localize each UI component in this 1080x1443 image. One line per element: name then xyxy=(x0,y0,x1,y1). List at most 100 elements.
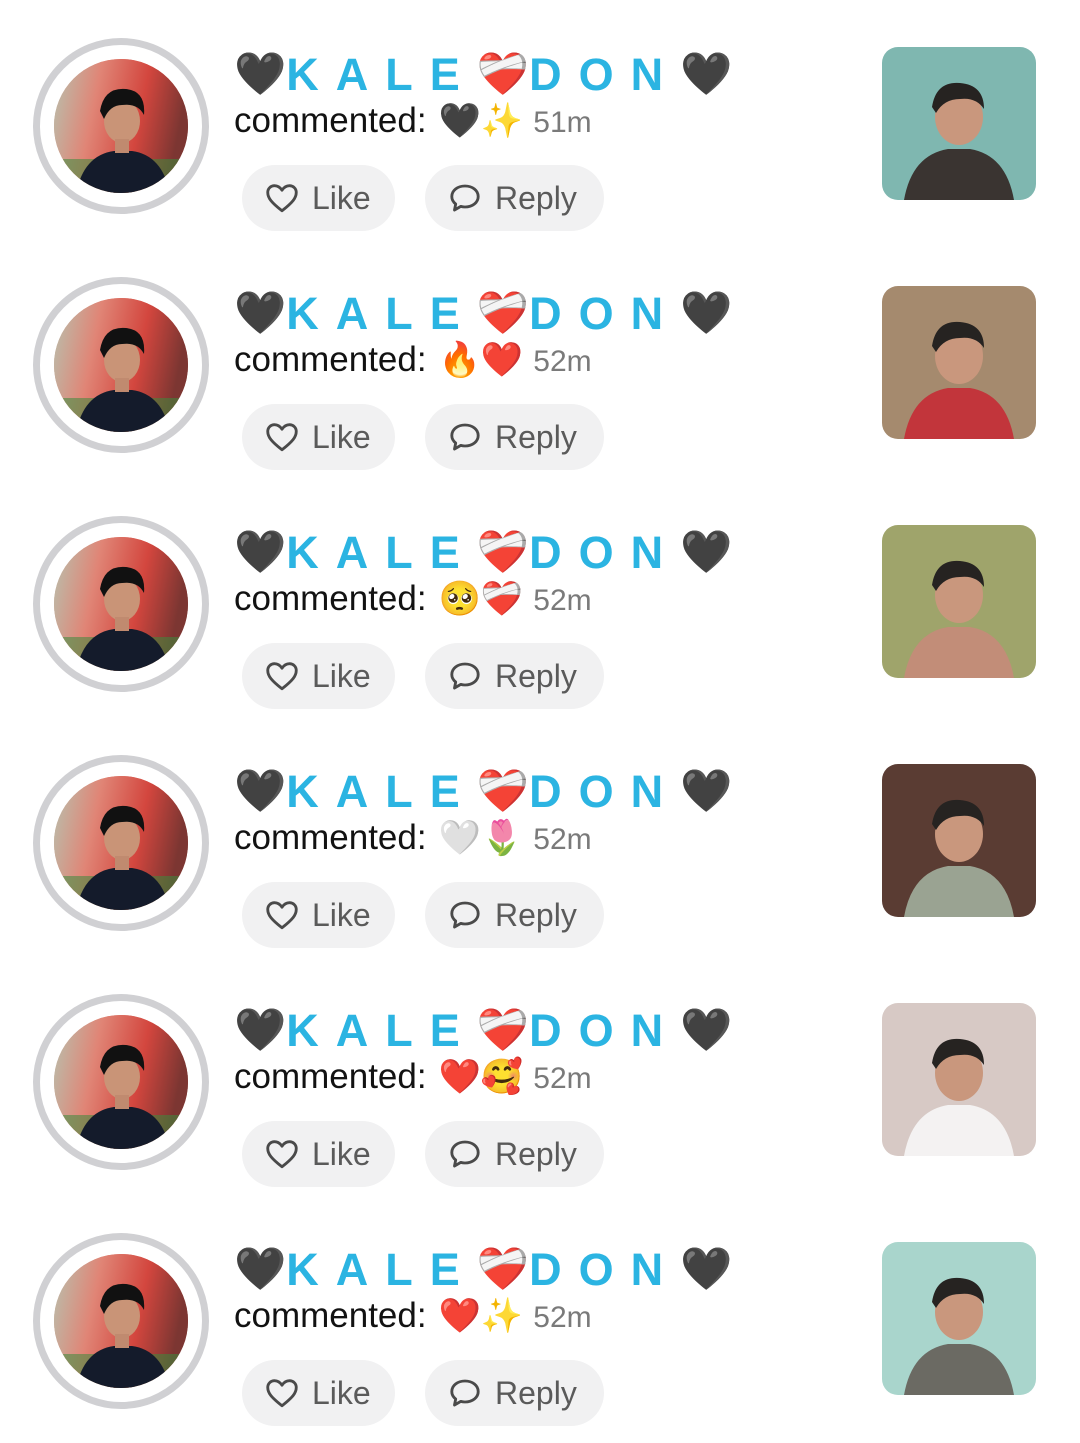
comment-emojis: 🤍🌷 xyxy=(438,819,524,857)
username-part: KALE xyxy=(286,766,477,817)
reply-label: Reply xyxy=(495,1374,577,1411)
post-thumbnail[interactable] xyxy=(882,525,1036,678)
username-part: KALE xyxy=(286,49,477,100)
like-label: Like xyxy=(312,657,371,694)
avatar[interactable] xyxy=(33,277,209,453)
comment-emojis: 🥺❤️‍🩹 xyxy=(438,580,524,618)
comment-notification: 🖤KALE❤️‍🩹DON🖤 commented: ❤️🥰 52m Like Repl… xyxy=(0,956,1080,1195)
comment-label: commented: xyxy=(234,818,427,857)
post-thumbnail[interactable] xyxy=(882,286,1036,439)
reply-label: Reply xyxy=(495,179,577,216)
post-thumbnail[interactable] xyxy=(882,47,1036,200)
username[interactable]: 🖤KALE❤️‍🩹DON🖤 xyxy=(234,46,732,102)
username-part: KALE xyxy=(286,288,477,339)
avatar[interactable] xyxy=(33,38,209,214)
avatar-photo xyxy=(54,1254,188,1388)
heart-outline-icon xyxy=(264,1136,300,1172)
like-button[interactable]: Like xyxy=(242,1360,395,1426)
timestamp: 52m xyxy=(533,1062,592,1095)
like-label: Like xyxy=(312,418,371,455)
mending-heart-icon: ❤️‍🩹 xyxy=(476,767,530,814)
black-heart-icon: 🖤 xyxy=(680,1245,733,1292)
reply-label: Reply xyxy=(495,657,577,694)
comment-emojis: 🖤✨ xyxy=(438,102,524,140)
username-part: KALE xyxy=(286,1005,477,1056)
avatar[interactable] xyxy=(33,516,209,692)
black-heart-icon: 🖤 xyxy=(234,528,287,575)
black-heart-icon: 🖤 xyxy=(234,289,287,336)
comment-notification: 🖤KALE❤️‍🩹DON🖤 commented: 🖤✨ 51m Like Reply xyxy=(0,0,1080,239)
username[interactable]: 🖤KALE❤️‍🩹DON🖤 xyxy=(234,524,732,580)
like-label: Like xyxy=(312,896,371,933)
speech-bubble-icon xyxy=(447,419,483,455)
timestamp: 52m xyxy=(533,345,592,378)
like-button[interactable]: Like xyxy=(242,404,395,470)
avatar-photo xyxy=(54,1015,188,1149)
comment-emojis: ❤️🥰 xyxy=(438,1058,524,1096)
heart-outline-icon xyxy=(264,1375,300,1411)
username[interactable]: 🖤KALE❤️‍🩹DON🖤 xyxy=(234,1241,732,1297)
comment-label: commented: xyxy=(234,101,427,140)
username[interactable]: 🖤KALE❤️‍🩹DON🖤 xyxy=(234,763,732,819)
heart-outline-icon xyxy=(264,658,300,694)
like-button[interactable]: Like xyxy=(242,165,395,231)
timestamp: 52m xyxy=(533,584,592,617)
post-thumbnail[interactable] xyxy=(882,764,1036,917)
like-label: Like xyxy=(312,179,371,216)
comment-text: commented: 🔥❤️ 52m xyxy=(234,337,592,383)
black-heart-icon: 🖤 xyxy=(680,50,733,97)
comment-text: commented: 🖤✨ 51m xyxy=(234,98,592,144)
comment-notification: 🖤KALE❤️‍🩹DON🖤 commented: ❤️✨ 52m Like Repl… xyxy=(0,1195,1080,1434)
heart-outline-icon xyxy=(264,180,300,216)
avatar[interactable] xyxy=(33,755,209,931)
black-heart-icon: 🖤 xyxy=(234,50,287,97)
avatar-photo xyxy=(54,298,188,432)
reply-button[interactable]: Reply xyxy=(425,404,604,470)
speech-bubble-icon xyxy=(447,897,483,933)
timestamp: 51m xyxy=(533,106,592,139)
comment-text: commented: ❤️🥰 52m xyxy=(234,1054,592,1100)
avatar-photo xyxy=(54,776,188,910)
timestamp: 52m xyxy=(533,823,592,856)
reply-label: Reply xyxy=(495,1135,577,1172)
mending-heart-icon: ❤️‍🩹 xyxy=(476,1006,530,1053)
reply-button[interactable]: Reply xyxy=(425,882,604,948)
comment-label: commented: xyxy=(234,579,427,618)
comment-text: commented: ❤️✨ 52m xyxy=(234,1293,592,1339)
reply-button[interactable]: Reply xyxy=(425,643,604,709)
avatar[interactable] xyxy=(33,994,209,1170)
reply-button[interactable]: Reply xyxy=(425,1121,604,1187)
black-heart-icon: 🖤 xyxy=(680,289,733,336)
reply-button[interactable]: Reply xyxy=(425,1360,604,1426)
reply-button[interactable]: Reply xyxy=(425,165,604,231)
post-thumbnail[interactable] xyxy=(882,1003,1036,1156)
speech-bubble-icon xyxy=(447,1375,483,1411)
like-button[interactable]: Like xyxy=(242,643,395,709)
like-button[interactable]: Like xyxy=(242,882,395,948)
username[interactable]: 🖤KALE❤️‍🩹DON🖤 xyxy=(234,285,732,341)
speech-bubble-icon xyxy=(447,658,483,694)
username-part: DON xyxy=(529,1244,681,1295)
post-thumbnail[interactable] xyxy=(882,1242,1036,1395)
activity-list: 🖤KALE❤️‍🩹DON🖤 commented: 🖤✨ 51m Like Reply xyxy=(0,0,1080,1443)
like-label: Like xyxy=(312,1374,371,1411)
comment-text: commented: 🥺❤️‍🩹 52m xyxy=(234,576,592,622)
comment-text: commented: 🤍🌷 52m xyxy=(234,815,592,861)
black-heart-icon: 🖤 xyxy=(680,767,733,814)
comment-emojis: 🔥❤️ xyxy=(438,341,524,379)
like-label: Like xyxy=(312,1135,371,1172)
avatar-photo xyxy=(54,59,188,193)
black-heart-icon: 🖤 xyxy=(680,528,733,575)
black-heart-icon: 🖤 xyxy=(234,1245,287,1292)
comment-label: commented: xyxy=(234,340,427,379)
username-part: KALE xyxy=(286,527,477,578)
username-part: DON xyxy=(529,288,681,339)
username-part: DON xyxy=(529,49,681,100)
comment-notification: 🖤KALE❤️‍🩹DON🖤 commented: 🔥❤️ 52m Like Repl… xyxy=(0,239,1080,478)
like-button[interactable]: Like xyxy=(242,1121,395,1187)
heart-outline-icon xyxy=(264,419,300,455)
username[interactable]: 🖤KALE❤️‍🩹DON🖤 xyxy=(234,1002,732,1058)
comment-label: commented: xyxy=(234,1296,427,1335)
avatar[interactable] xyxy=(33,1233,209,1409)
username-part: DON xyxy=(529,766,681,817)
